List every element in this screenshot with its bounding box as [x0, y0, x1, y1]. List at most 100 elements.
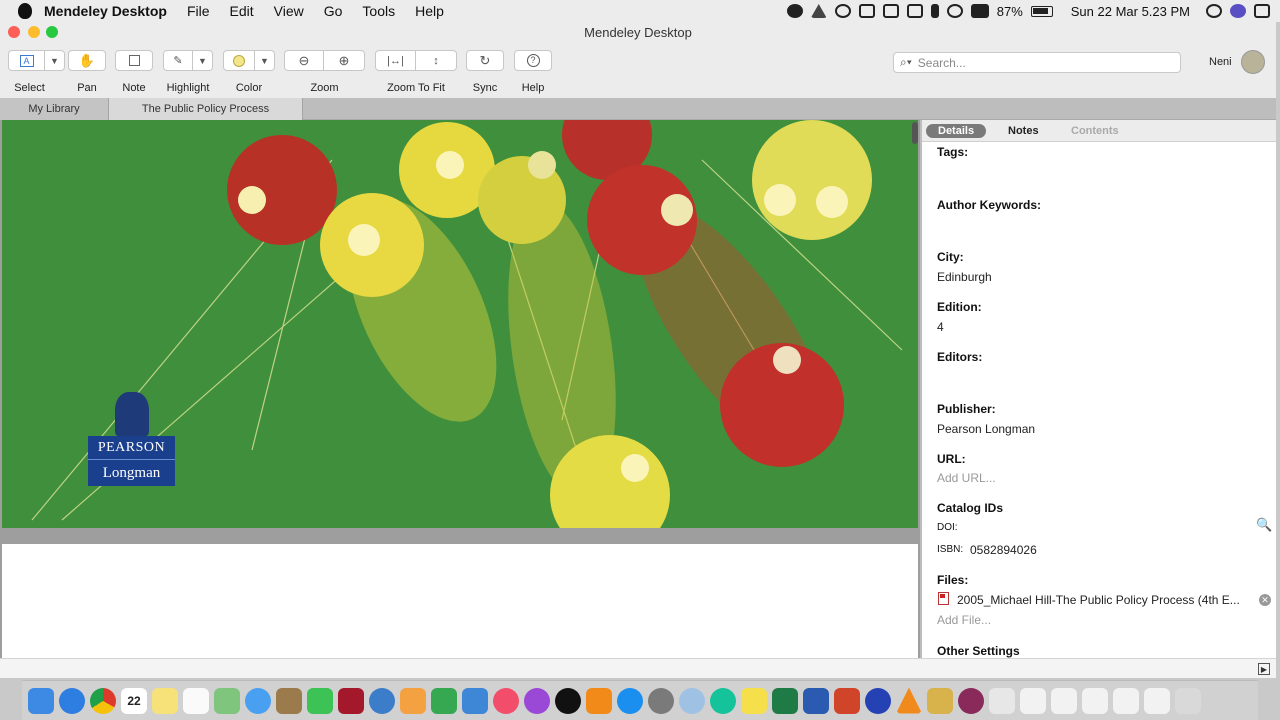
app-store-icon[interactable]: [617, 687, 643, 714]
music-icon[interactable]: [493, 687, 519, 714]
volume-icon[interactable]: [970, 4, 989, 18]
messages-icon[interactable]: [245, 687, 271, 714]
excel-icon[interactable]: [772, 687, 798, 714]
select-button[interactable]: A: [8, 50, 45, 71]
menu-go[interactable]: Go: [324, 3, 343, 19]
zoom-in-button[interactable]: ⊕: [324, 50, 365, 71]
avatar[interactable]: [1241, 50, 1265, 74]
bluetooth-icon[interactable]: [930, 4, 939, 18]
recent-file-icon[interactable]: [1082, 687, 1108, 714]
siri-icon[interactable]: [1230, 4, 1246, 18]
calendar-icon[interactable]: 22: [121, 687, 147, 714]
panel-toggle-icon[interactable]: ▶: [1258, 663, 1270, 675]
highlight-dropdown-button[interactable]: ▼: [193, 50, 213, 71]
finder-icon[interactable]: [28, 687, 54, 714]
user-name[interactable]: Neni: [1209, 56, 1232, 68]
trash-icon[interactable]: [1175, 687, 1201, 714]
apple-icon[interactable]: [18, 3, 32, 19]
wifi-icon[interactable]: [946, 4, 963, 18]
screenflow-icon[interactable]: [958, 687, 984, 714]
tab-public-policy-process[interactable]: The Public Policy Process: [109, 98, 303, 120]
color-button[interactable]: [223, 50, 255, 71]
note-button[interactable]: [115, 50, 153, 71]
numbers-icon[interactable]: [431, 687, 457, 714]
keynote-icon[interactable]: [462, 687, 488, 714]
safari-icon[interactable]: [59, 687, 85, 714]
horizontal-scrollbar[interactable]: ▶: [0, 658, 1276, 678]
stickies-icon[interactable]: [741, 687, 767, 714]
documents-folder-icon[interactable]: [989, 687, 1015, 714]
maps-icon[interactable]: [214, 687, 240, 714]
battery-icon[interactable]: [1030, 5, 1053, 17]
vlc-dock-icon[interactable]: [896, 687, 922, 714]
menu-view[interactable]: View: [274, 3, 304, 19]
help-button[interactable]: ?: [514, 50, 552, 71]
menu-edit[interactable]: Edit: [230, 3, 254, 19]
add-file-link[interactable]: Add File...: [937, 613, 991, 627]
mendeley-dock-icon[interactable]: [338, 687, 364, 714]
system-preferences-icon[interactable]: [648, 687, 674, 714]
pan-button[interactable]: ✋: [68, 50, 106, 71]
menu-help[interactable]: Help: [415, 3, 444, 19]
display-icon[interactable]: [906, 4, 923, 18]
recent-file-icon[interactable]: [1144, 687, 1170, 714]
powerpoint-icon[interactable]: [834, 687, 860, 714]
close-window-button[interactable]: [8, 26, 20, 38]
sync-button[interactable]: ↻: [466, 50, 504, 71]
tab-contents[interactable]: Contents: [1059, 124, 1131, 138]
scissors-app-icon[interactable]: [927, 687, 953, 714]
notes-icon[interactable]: [858, 4, 875, 18]
fit-width-button[interactable]: |↔|: [375, 50, 416, 71]
contacts-icon[interactable]: [276, 687, 302, 714]
notes-app-icon[interactable]: [152, 687, 178, 714]
search-field[interactable]: ⌕▾ Search...: [893, 52, 1181, 73]
fit-height-button[interactable]: ↕: [416, 50, 457, 71]
tab-details[interactable]: Details: [926, 124, 987, 138]
isbn-value[interactable]: 0582894026: [970, 543, 1037, 557]
chevron-down-icon: ▼: [260, 55, 269, 66]
facetime-icon[interactable]: [307, 687, 333, 714]
color-dropdown-button[interactable]: ▼: [255, 50, 275, 71]
publisher-value[interactable]: Pearson Longman: [937, 422, 1035, 436]
reminders-icon[interactable]: [183, 687, 209, 714]
minimize-window-button[interactable]: [28, 26, 40, 38]
bookmark-icon[interactable]: [882, 4, 899, 18]
recent-file-icon[interactable]: [1020, 687, 1046, 714]
tab-my-library[interactable]: My Library: [0, 98, 109, 120]
select-dropdown-button[interactable]: ▼: [45, 50, 65, 71]
menu-app-name[interactable]: Mendeley Desktop: [44, 3, 167, 19]
edition-value[interactable]: 4: [937, 320, 944, 334]
recent-file-icon[interactable]: [1051, 687, 1077, 714]
recent-file-icon[interactable]: [1113, 687, 1139, 714]
file-link[interactable]: 2005_Michael Hill-The Public Policy Proc…: [957, 593, 1240, 607]
face-icon[interactable]: [834, 4, 851, 18]
record-icon[interactable]: [786, 4, 803, 18]
menu-clock[interactable]: Sun 22 Mar 5.23 PM: [1071, 4, 1190, 19]
apple-tv-icon[interactable]: [555, 687, 581, 714]
grammarly-icon[interactable]: [710, 687, 736, 714]
magnifier-lookup-icon[interactable]: 🔍: [1256, 517, 1272, 533]
podcasts-icon[interactable]: [524, 687, 550, 714]
pdf-scrollbar-thumb[interactable]: [912, 122, 918, 144]
books-icon[interactable]: [586, 687, 612, 714]
vlc-icon[interactable]: [810, 4, 827, 18]
pdf-file-icon: [938, 592, 949, 605]
zoom-out-button[interactable]: ⊖: [284, 50, 324, 71]
xcode-icon[interactable]: [369, 687, 395, 714]
spotlight-icon[interactable]: [1206, 4, 1222, 18]
venom-icon[interactable]: [865, 687, 891, 714]
remove-file-icon[interactable]: ✕: [1259, 594, 1271, 606]
city-value[interactable]: Edinburgh: [937, 270, 992, 284]
preview-icon[interactable]: [679, 687, 705, 714]
tab-notes[interactable]: Notes: [996, 124, 1051, 138]
notification-center-icon[interactable]: [1254, 4, 1270, 18]
menu-file[interactable]: File: [187, 3, 210, 19]
highlight-button[interactable]: ✎: [163, 50, 193, 71]
menu-tools[interactable]: Tools: [362, 3, 395, 19]
pdf-viewer[interactable]: PEARSON Longman: [0, 120, 920, 658]
chrome-icon[interactable]: [90, 687, 116, 714]
maximize-window-button[interactable]: [46, 26, 58, 38]
word-icon[interactable]: [803, 687, 829, 714]
pages-icon[interactable]: [400, 687, 426, 714]
url-input[interactable]: Add URL...: [937, 471, 996, 485]
